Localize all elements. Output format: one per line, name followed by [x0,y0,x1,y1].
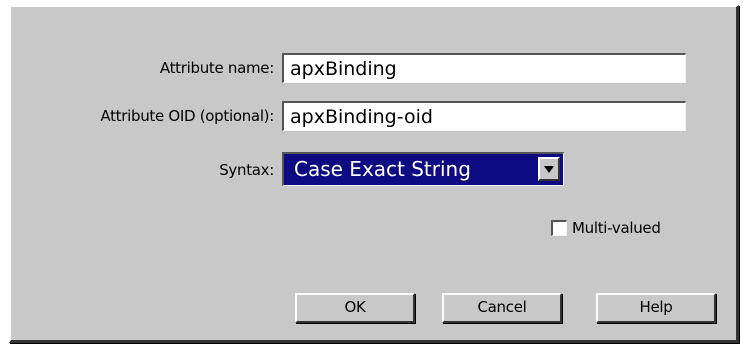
multi-valued-checkbox[interactable] [551,220,567,236]
attribute-oid-input[interactable] [282,101,686,131]
help-button[interactable]: Help [596,293,716,323]
syntax-select[interactable]: Case Exact String [282,152,564,186]
chevron-down-icon [544,166,554,173]
attribute-dialog: Attribute name: Attribute OID (optional)… [9,5,739,343]
syntax-selected-value: Case Exact String [294,157,471,181]
multi-valued-label[interactable]: Multi-valued [572,219,661,237]
attribute-name-input[interactable] [282,53,686,83]
syntax-label: Syntax: [219,161,274,179]
ok-button[interactable]: OK [295,293,415,323]
multi-valued-option[interactable]: Multi-valued [551,217,661,239]
dropdown-arrow-button[interactable] [538,157,560,181]
attribute-oid-label: Attribute OID (optional): [100,107,274,125]
attribute-name-label: Attribute name: [159,59,274,77]
cancel-button[interactable]: Cancel [442,293,562,323]
